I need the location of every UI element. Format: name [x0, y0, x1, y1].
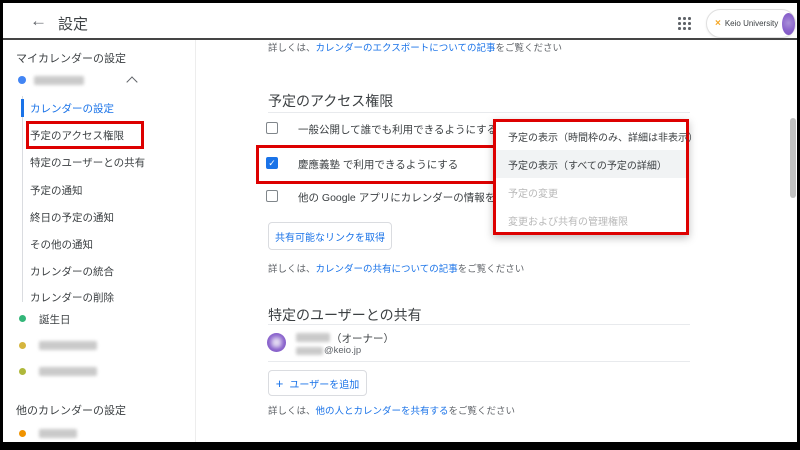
sidebar-section-other-calendars: 他のカレンダーの設定 — [16, 402, 126, 418]
redacted-calendar-name — [39, 429, 77, 438]
share-others-link[interactable]: 他の人とカレンダーを共有する — [316, 406, 449, 417]
checkbox-label: 慶應義塾 で利用できるようにする — [298, 157, 458, 172]
sidebar-item-redacted-2[interactable] — [15, 364, 185, 380]
owner-role: （オーナー） — [331, 331, 394, 346]
redacted-owner-email — [296, 347, 323, 355]
public-checkbox[interactable] — [266, 122, 278, 134]
dropdown-option-edit-events: 予定の変更 — [496, 178, 686, 206]
note-suffix: をご覧ください — [458, 264, 525, 275]
redacted-calendar-name — [39, 367, 97, 376]
account-pill[interactable]: × Keio University — [706, 9, 796, 38]
sidebar-item-label: 誕生日 — [39, 312, 71, 327]
sidebar-active-bar — [21, 99, 24, 117]
checkbox-label: 一般公開して誰でも利用できるようにする — [298, 122, 497, 137]
sidebar-item-calendar-settings[interactable]: カレンダーの設定 — [30, 101, 114, 116]
permission-dropdown: 予定の表示（時間枠のみ、詳細は非表示） 予定の表示（すべての予定の詳細） 予定の… — [493, 119, 689, 235]
owner-row: （オーナー） @keio.jp — [267, 331, 689, 359]
plus-icon: + — [276, 376, 284, 391]
dropdown-option-busy-only[interactable]: 予定の表示（時間枠のみ、詳細は非表示） — [496, 122, 686, 150]
calendar-color-dot — [19, 342, 26, 349]
section-divider — [268, 361, 690, 362]
redacted-calendar-name — [39, 341, 97, 350]
frame-left — [0, 0, 3, 450]
sidebar-item-other-notifications[interactable]: その他の通知 — [30, 237, 93, 252]
note-prefix: 詳しくは、 — [268, 43, 316, 54]
sidebar-item-allday-notifications[interactable]: 終日の予定の通知 — [30, 210, 114, 225]
sharing-help-note: 詳しくは、カレンダーの共有についての記事をご覧ください — [268, 261, 524, 275]
keio-logo-icon: × — [715, 18, 721, 29]
scrollbar-thumb[interactable] — [790, 118, 796, 198]
sidebar-item-birthdays[interactable]: 誕生日 — [15, 311, 185, 327]
calendar-color-dot — [19, 368, 26, 375]
add-user-button[interactable]: + ユーザーを追加 — [268, 370, 367, 396]
page-title: 設定 — [58, 13, 88, 34]
redacted-calendar-name — [34, 76, 84, 85]
get-shareable-link-button[interactable]: 共有可能なリンクを取得 — [268, 222, 392, 250]
owner-email-suffix: @keio.jp — [324, 345, 361, 356]
sidebar-item-event-notifications[interactable]: 予定の通知 — [30, 183, 83, 198]
specific-users-title: 特定のユーザーとの共有 — [268, 305, 422, 325]
calendar-color-dot — [19, 430, 26, 437]
button-label: ユーザーを追加 — [289, 376, 359, 391]
avatar-glyph — [272, 338, 281, 347]
org-checkbox[interactable]: ✓ — [266, 157, 278, 169]
back-icon[interactable]: ← — [30, 11, 47, 31]
frame-bottom — [0, 442, 800, 450]
button-label: 共有可能なリンクを取得 — [275, 229, 385, 244]
access-permissions-title: 予定のアクセス権限 — [268, 91, 393, 111]
section-divider — [268, 112, 690, 113]
owner-avatar — [267, 333, 286, 352]
account-label: Keio University — [725, 19, 778, 28]
sidebar-item-access-permissions[interactable]: 予定のアクセス権限 — [30, 128, 124, 143]
export-help-note: 詳しくは、カレンダーのエクスポートについての記事をご覧ください — [268, 40, 562, 54]
note-suffix: をご覧ください — [449, 406, 516, 417]
sidebar-item-redacted-3[interactable] — [15, 426, 185, 442]
sidebar-tree-line — [22, 96, 23, 302]
note-prefix: 詳しくは、 — [268, 264, 316, 275]
redacted-owner-name — [296, 333, 330, 342]
sidebar-divider — [195, 40, 196, 442]
app-window: ← 設定 × Keio University マイカレンダーの設定 カレンダーの… — [0, 0, 800, 450]
other-apps-checkbox[interactable] — [266, 190, 278, 202]
export-help-link[interactable]: カレンダーのエクスポートについての記事 — [316, 43, 496, 54]
calendar-color-dot — [19, 315, 26, 322]
sidebar-item-share-with-users[interactable]: 特定のユーザーとの共有 — [30, 155, 145, 170]
sidebar-item-calendar-integration[interactable]: カレンダーの統合 — [30, 264, 114, 279]
dropdown-option-manage-sharing: 変更および共有の管理権限 — [496, 206, 686, 234]
app-header: ← 設定 × Keio University — [0, 3, 800, 38]
check-icon: ✓ — [268, 158, 276, 168]
frame-top — [0, 0, 800, 3]
note-suffix: をご覧ください — [495, 43, 562, 54]
sidebar-section-my-calendars: マイカレンダーの設定 — [16, 50, 126, 66]
calendar-color-dot — [18, 76, 26, 84]
avatar[interactable] — [782, 13, 795, 35]
chevron-up-icon[interactable] — [126, 76, 137, 87]
apps-grid-icon[interactable] — [678, 17, 691, 30]
sharing-help-link[interactable]: カレンダーの共有についての記事 — [316, 264, 458, 275]
sidebar-item-delete-calendar[interactable]: カレンダーの削除 — [30, 290, 114, 305]
sidebar-item-redacted-1[interactable] — [15, 338, 185, 354]
share-others-note: 詳しくは、他の人とカレンダーを共有するをご覧ください — [268, 403, 515, 417]
sidebar-calendar-group[interactable] — [14, 72, 184, 90]
section-divider — [268, 324, 690, 325]
dropdown-option-all-details[interactable]: 予定の表示（すべての予定の詳細） — [496, 150, 686, 178]
note-prefix: 詳しくは、 — [268, 406, 316, 417]
